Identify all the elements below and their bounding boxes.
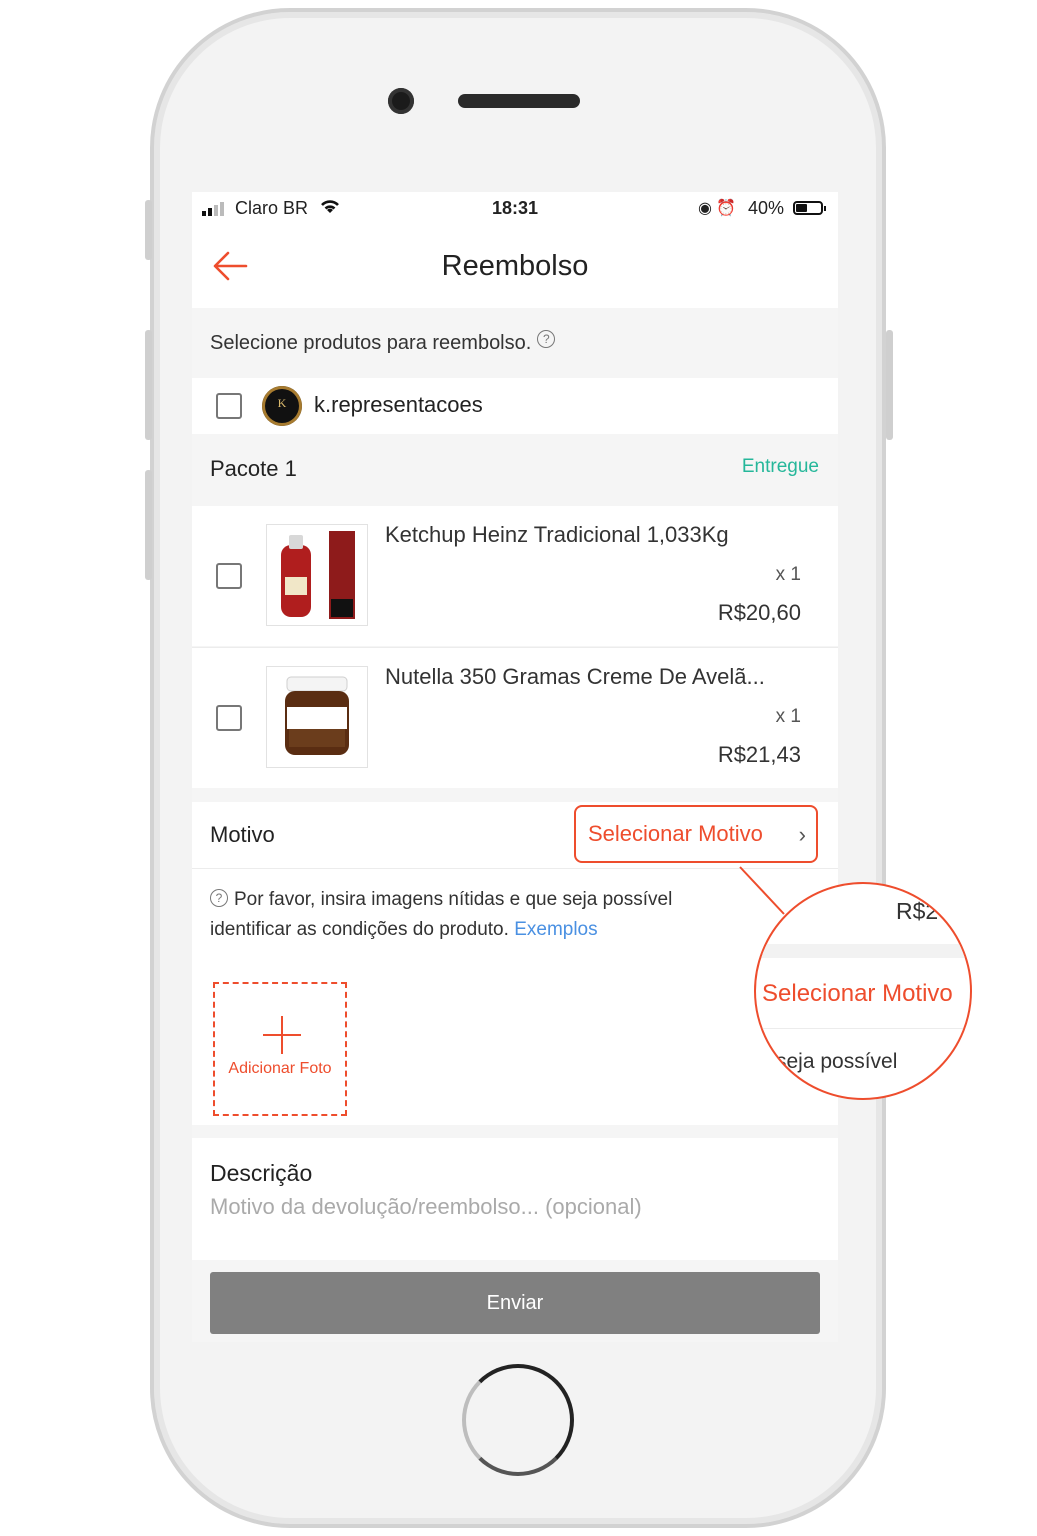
select-reason-label: Selecionar Motivo: [588, 821, 763, 846]
status-bar: Claro BR 18:31 ◉ ⏰ 40%: [192, 192, 838, 226]
front-camera: [388, 88, 414, 114]
description-input[interactable]: [210, 1194, 810, 1220]
zoom-divider: [756, 1028, 970, 1029]
phone-volume-down: [145, 470, 152, 580]
package-title: Pacote 1: [210, 456, 297, 481]
nutella-product-image: [266, 666, 368, 768]
reason-label: Motivo: [210, 822, 275, 847]
add-photo-button[interactable]: Adicionar Foto: [213, 982, 347, 1116]
zoom-callout: R$2 Selecionar Motivo seja possível: [754, 882, 972, 1100]
item-checkbox[interactable]: [216, 705, 242, 731]
help-circle-icon[interactable]: ?: [537, 330, 556, 348]
order-item: Nutella 350 Gramas Creme De Avelã... x 1…: [192, 648, 838, 788]
earpiece-speaker: [458, 94, 580, 108]
select-reason-button[interactable]: Selecionar Motivo ›: [574, 805, 818, 863]
item-price: R$21,43: [717, 742, 801, 767]
nav-header: Reembolso: [192, 226, 838, 308]
alarm-icon: ⏰: [716, 200, 737, 217]
phone-power-button: [886, 330, 893, 440]
home-button[interactable]: [462, 1364, 574, 1476]
item-checkbox[interactable]: [216, 563, 242, 589]
photo-hint: ? Por favor, insira imagens nítidas e que…: [210, 885, 750, 945]
page-title: Reembolso: [441, 250, 589, 282]
zoom-select-reason: Selecionar Motivo: [762, 980, 953, 1007]
status-time: 18:31: [491, 198, 539, 218]
description-section: Descrição: [192, 1138, 838, 1260]
item-price: R$20,60: [717, 600, 801, 625]
battery-icon: [793, 201, 826, 215]
zoom-hint-fragment: seja possível: [776, 1050, 898, 1073]
reason-row: Motivo Selecionar Motivo ›: [192, 802, 838, 868]
order-item: Ketchup Heinz Tradicional 1,033Kg x 1 R$…: [192, 506, 838, 646]
shop-checkbox[interactable]: [216, 393, 242, 419]
shop-avatar: [262, 386, 302, 426]
examples-link[interactable]: Exemplos: [514, 919, 597, 940]
ketchup-product-image: [266, 524, 368, 626]
plus-icon: [263, 1016, 301, 1054]
add-photo-label: Adicionar Foto: [228, 1060, 332, 1077]
photo-hint-text: Por favor, insira imagens nítidas e que …: [210, 889, 673, 940]
shop-name: k.representacoes: [314, 392, 483, 417]
item-quantity: x 1: [775, 706, 801, 727]
item-name: Ketchup Heinz Tradicional 1,033Kg: [385, 522, 729, 547]
chevron-right-icon: ›: [798, 822, 806, 847]
package-status: Entregue: [741, 456, 819, 477]
help-circle-icon[interactable]: ?: [210, 889, 228, 907]
select-products-hint: Selecione produtos para reembolso.?: [210, 330, 556, 355]
phone-side-button: [145, 200, 152, 260]
battery-percent: 40%: [748, 198, 785, 218]
select-products-hint-text: Selecione produtos para reembolso.: [210, 332, 532, 354]
submit-button[interactable]: Enviar: [210, 1272, 820, 1334]
zoom-price-fragment: R$2: [896, 898, 939, 924]
photo-section: ? Por favor, insira imagens nítidas e que…: [192, 869, 838, 1125]
shop-row: k.representacoes: [192, 378, 838, 434]
description-title: Descrição: [210, 1160, 313, 1186]
item-quantity: x 1: [775, 564, 801, 585]
phone-volume-up: [145, 330, 152, 440]
package-header: Pacote 1 Entregue: [192, 434, 838, 506]
orientation-lock-icon: ◉ ⏰: [698, 200, 737, 217]
zoom-separator: [756, 944, 970, 958]
item-name: Nutella 350 Gramas Creme De Avelã...: [385, 664, 765, 689]
app-screen: Claro BR 18:31 ◉ ⏰ 40% Reembolso Selecio…: [192, 192, 838, 1342]
